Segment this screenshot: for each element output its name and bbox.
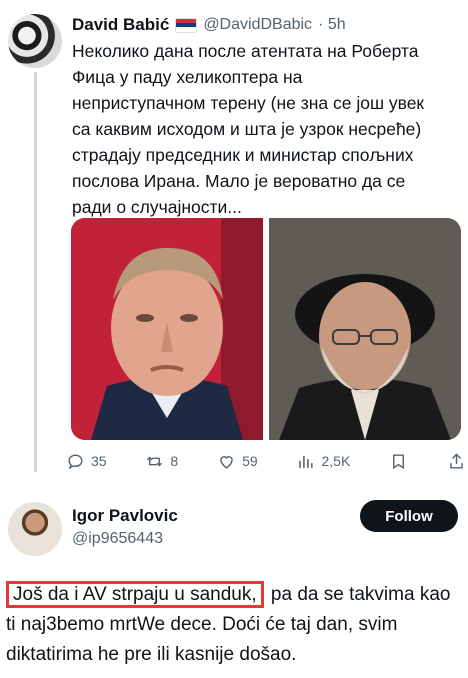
- follow-button[interactable]: Follow: [360, 500, 458, 532]
- share-icon: [450, 452, 463, 469]
- portrait-illustration-2: [269, 218, 461, 440]
- like-count: 59: [242, 453, 258, 469]
- serbian-flag-icon: [175, 17, 198, 33]
- reply-button[interactable]: 35: [66, 452, 107, 471]
- portrait-illustration: [71, 218, 263, 440]
- repost-icon: [147, 456, 163, 466]
- tweet-media[interactable]: [71, 218, 461, 440]
- photo-man-red-background[interactable]: [71, 218, 263, 440]
- highlighted-phrase: Još da i AV strpaju u sanduk,: [6, 581, 264, 608]
- author-handle[interactable]: @DavidDBabic: [203, 16, 312, 34]
- views-icon: [299, 455, 314, 468]
- like-button[interactable]: 59: [217, 452, 258, 471]
- share-button[interactable]: [447, 452, 466, 471]
- photo-cleric-dark-background[interactable]: [269, 218, 461, 440]
- views-count: 2,5K: [321, 453, 351, 469]
- reply-author-handle[interactable]: @ip9656443: [72, 530, 163, 548]
- reply-icon: [68, 453, 83, 469]
- reply-text: Još da i AV strpaju u sanduk, pa da se t…: [6, 580, 464, 670]
- reply-tweet: Igor Pavlovic @ip9656443 Follow Još da i…: [0, 488, 468, 678]
- thread-line: [34, 72, 37, 472]
- tweet-actions: 35 8 59 2,5K: [66, 448, 466, 474]
- original-tweet: David Babić @DavidDBabic · 5h Неколико д…: [0, 0, 468, 485]
- tweet-header: David Babić @DavidDBabic · 5h: [72, 14, 346, 36]
- repost-count: 8: [170, 453, 179, 469]
- bookmark-icon: [393, 453, 405, 469]
- bookmark-button[interactable]: [389, 452, 408, 471]
- like-icon: [220, 455, 233, 469]
- tweet-text: Неколико дана после атентата на Роберта …: [72, 41, 425, 217]
- reply-author-name[interactable]: Igor Pavlovic: [72, 506, 178, 526]
- author-name[interactable]: David Babić: [72, 15, 169, 35]
- tweet-time[interactable]: · 5h: [318, 16, 346, 34]
- repost-button[interactable]: 8: [145, 452, 178, 471]
- views-button[interactable]: 2,5K: [296, 452, 350, 471]
- author-avatar[interactable]: [8, 14, 62, 68]
- reply-count: 35: [91, 453, 107, 469]
- reply-author-avatar[interactable]: [8, 502, 62, 556]
